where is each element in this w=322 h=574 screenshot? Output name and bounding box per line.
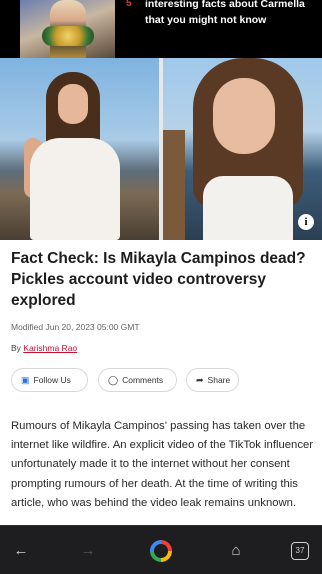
share-button[interactable]: ➦ Share xyxy=(186,368,239,392)
promo-count: 5 xyxy=(126,0,132,9)
promo-banner[interactable]: 5 interesting facts about Carmella that … xyxy=(0,0,322,58)
comments-button[interactable]: ◯ Comments xyxy=(98,368,177,392)
hero-left-face xyxy=(58,84,88,124)
google-news-icon: ▣ xyxy=(21,374,30,385)
info-icon[interactable]: i xyxy=(298,214,314,230)
comments-label: Comments xyxy=(122,375,164,385)
browser-toolbar: ← → ⌂ 37 xyxy=(0,525,322,574)
championship-belt-image xyxy=(42,26,94,46)
hero-right-face xyxy=(213,78,275,154)
home-icon[interactable]: ⌂ xyxy=(225,540,247,562)
hero-image-right xyxy=(163,58,322,240)
byline-prefix: By xyxy=(11,343,21,353)
hero-left-dress xyxy=(30,138,120,240)
google-lens-icon[interactable] xyxy=(150,540,172,562)
article-body-paragraph: Rumours of Mikayla Campinos' passing has… xyxy=(11,420,314,509)
hero-right-post xyxy=(163,130,185,240)
article-modified-date: Modified Jun 20, 2023 05:00 GMT xyxy=(11,322,140,332)
article-title: Fact Check: Is Mikayla Campinos dead? Pi… xyxy=(11,250,306,309)
follow-us-label: Follow Us xyxy=(33,375,71,385)
hero-right-top xyxy=(203,176,293,240)
promo-title[interactable]: interesting facts about Carmella that yo… xyxy=(145,0,315,28)
forward-arrow-icon[interactable]: → xyxy=(77,540,99,562)
promo-thumbnail[interactable] xyxy=(20,0,115,58)
follow-us-button[interactable]: ▣ Follow Us xyxy=(11,368,88,392)
comment-bubble-icon: ◯ xyxy=(108,374,119,385)
hero-image-left xyxy=(0,58,159,240)
article-byline: By Karishma Rao xyxy=(11,343,77,353)
share-arrow-icon: ➦ xyxy=(196,374,204,385)
hero-image[interactable] xyxy=(0,58,322,240)
back-arrow-icon[interactable]: ← xyxy=(10,540,32,562)
tab-count-button[interactable]: 37 xyxy=(291,542,309,560)
author-link[interactable]: Karishma Rao xyxy=(23,343,77,353)
share-label: Share xyxy=(207,375,231,385)
